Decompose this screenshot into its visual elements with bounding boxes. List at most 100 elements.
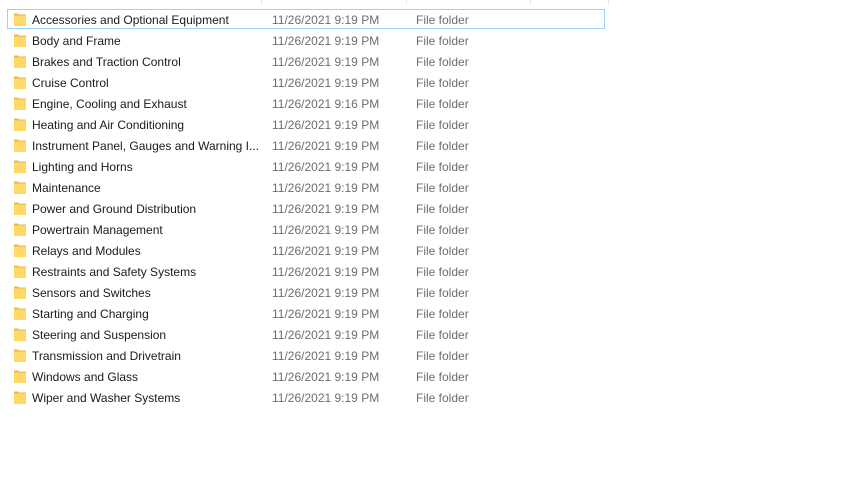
date-modified: 11/26/2021 9:19 PM	[272, 223, 380, 237]
date-modified: 11/26/2021 9:19 PM	[272, 118, 380, 132]
folder-name: Windows and Glass	[32, 370, 139, 384]
folder-row[interactable]: Maintenance 11/26/2021 9:19 PM File folder	[7, 177, 605, 197]
folder-row[interactable]: Heating and Air Conditioning 11/26/2021 9…	[7, 114, 605, 134]
folder-row[interactable]: Accessories and Optional Equipment 11/26/…	[7, 9, 605, 29]
item-type: File folder	[416, 181, 469, 195]
folder-name: Starting and Charging	[32, 307, 149, 321]
folder-icon	[14, 391, 26, 404]
item-type: File folder	[416, 34, 469, 48]
item-type: File folder	[416, 76, 469, 90]
folder-icon	[14, 307, 26, 320]
folder-icon	[14, 265, 26, 278]
folder-row[interactable]: Windows and Glass 11/26/2021 9:19 PM File …	[7, 366, 605, 386]
folder-row[interactable]: Body and Frame 11/26/2021 9:19 PM File fol…	[7, 30, 605, 50]
column-divider	[261, 0, 262, 4]
date-modified: 11/26/2021 9:19 PM	[272, 307, 380, 321]
folder-name: Maintenance	[32, 181, 101, 195]
folder-row[interactable]: Instrument Panel, Gauges and Warning I..…	[7, 135, 605, 155]
folder-row[interactable]: Wiper and Washer Systems 11/26/2021 9:19 …	[7, 387, 605, 407]
item-type: File folder	[416, 118, 469, 132]
date-modified: 11/26/2021 9:19 PM	[272, 328, 380, 342]
folder-row[interactable]: Engine, Cooling and Exhaust 11/26/2021 9:…	[7, 93, 605, 113]
folder-name: Steering and Suspension	[32, 328, 167, 342]
item-type: File folder	[416, 139, 469, 153]
folder-row[interactable]: Powertrain Management 11/26/2021 9:19 PM F…	[7, 219, 605, 239]
folder-name: Instrument Panel, Gauges and Warning I..…	[32, 139, 260, 153]
folder-name: Transmission and Drivetrain	[32, 349, 181, 363]
folder-row[interactable]: Starting and Charging 11/26/2021 9:19 PM F…	[7, 303, 605, 323]
folder-icon	[14, 55, 26, 68]
date-modified: 11/26/2021 9:19 PM	[272, 34, 380, 48]
folder-icon	[14, 286, 26, 299]
folder-icon	[14, 244, 26, 257]
item-type: File folder	[416, 370, 469, 384]
item-type: File folder	[416, 307, 469, 321]
date-modified: 11/26/2021 9:19 PM	[272, 181, 380, 195]
folder-icon	[14, 349, 26, 362]
folder-name: Sensors and Switches	[32, 286, 151, 300]
folder-icon	[14, 76, 26, 89]
folder-icon	[14, 328, 26, 341]
folder-icon	[14, 202, 26, 215]
folder-row[interactable]: Lighting and Horns 11/26/2021 9:19 PM File…	[7, 156, 605, 176]
item-type: File folder	[416, 202, 469, 216]
folder-row[interactable]: Power and Ground Distribution 11/26/2021 …	[7, 198, 605, 218]
folder-name: Wiper and Washer Systems	[32, 391, 181, 405]
folder-icon	[14, 181, 26, 194]
folder-icon	[14, 34, 26, 47]
date-modified: 11/26/2021 9:19 PM	[272, 55, 380, 69]
column-divider	[530, 0, 531, 4]
folder-name: Cruise Control	[32, 76, 109, 90]
date-modified: 11/26/2021 9:19 PM	[272, 391, 380, 405]
date-modified: 11/26/2021 9:19 PM	[272, 160, 380, 174]
folder-row[interactable]: Transmission and Drivetrain 11/26/2021 9:…	[7, 345, 605, 365]
item-type: File folder	[416, 349, 469, 363]
column-divider	[608, 0, 609, 4]
folder-name: Power and Ground Distribution	[32, 202, 197, 216]
file-list[interactable]: Accessories and Optional Equipment 11/26/…	[0, 0, 866, 493]
item-type: File folder	[416, 55, 469, 69]
item-type: File folder	[416, 265, 469, 279]
folder-name: Body and Frame	[32, 34, 121, 48]
folder-icon	[14, 160, 26, 173]
folder-row[interactable]: Brakes and Traction Control 11/26/2021 9:…	[7, 51, 605, 71]
folder-name: Powertrain Management	[32, 223, 163, 237]
date-modified: 11/26/2021 9:19 PM	[272, 370, 380, 384]
date-modified: 11/26/2021 9:19 PM	[272, 139, 380, 153]
folder-name: Lighting and Horns	[32, 160, 133, 174]
item-type: File folder	[416, 13, 469, 27]
folder-name: Restraints and Safety Systems	[32, 265, 197, 279]
folder-icon	[14, 118, 26, 131]
item-type: File folder	[416, 328, 469, 342]
date-modified: 11/26/2021 9:16 PM	[272, 97, 380, 111]
folder-name: Brakes and Traction Control	[32, 55, 181, 69]
item-type: File folder	[416, 391, 469, 405]
column-divider	[406, 0, 407, 4]
folder-name: Heating and Air Conditioning	[32, 118, 185, 132]
item-type: File folder	[416, 244, 469, 258]
date-modified: 11/26/2021 9:19 PM	[272, 286, 380, 300]
item-type: File folder	[416, 223, 469, 237]
folder-row[interactable]: Steering and Suspension 11/26/2021 9:19 P…	[7, 324, 605, 344]
folder-row[interactable]: Restraints and Safety Systems 11/26/2021 …	[7, 261, 605, 281]
item-type: File folder	[416, 160, 469, 174]
folder-row[interactable]: Relays and Modules 11/26/2021 9:19 PM File…	[7, 240, 605, 260]
folder-name: Accessories and Optional Equipment	[32, 13, 229, 27]
folder-icon	[14, 97, 26, 110]
folder-icon	[14, 13, 26, 26]
date-modified: 11/26/2021 9:19 PM	[272, 13, 380, 27]
date-modified: 11/26/2021 9:19 PM	[272, 202, 380, 216]
item-type: File folder	[416, 286, 469, 300]
folder-icon	[14, 223, 26, 236]
folder-icon	[14, 139, 26, 152]
date-modified: 11/26/2021 9:19 PM	[272, 349, 380, 363]
item-type: File folder	[416, 97, 469, 111]
date-modified: 11/26/2021 9:19 PM	[272, 244, 380, 258]
folder-name: Engine, Cooling and Exhaust	[32, 97, 187, 111]
date-modified: 11/26/2021 9:19 PM	[272, 265, 380, 279]
folder-icon	[14, 370, 26, 383]
folder-name: Relays and Modules	[32, 244, 141, 258]
folder-row[interactable]: Cruise Control 11/26/2021 9:19 PM File fol…	[7, 72, 605, 92]
date-modified: 11/26/2021 9:19 PM	[272, 76, 380, 90]
folder-row[interactable]: Sensors and Switches 11/26/2021 9:19 PM Fi…	[7, 282, 605, 302]
